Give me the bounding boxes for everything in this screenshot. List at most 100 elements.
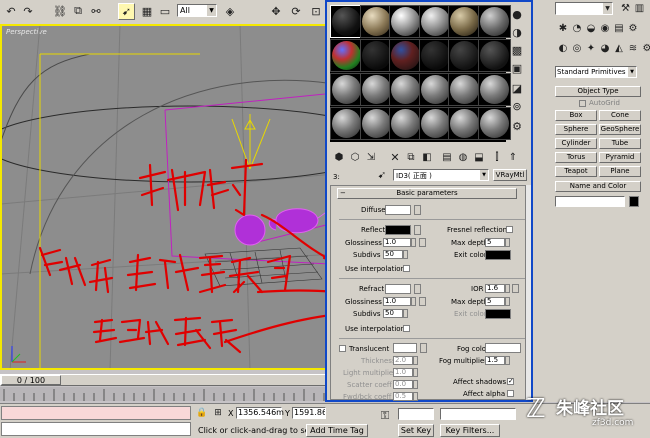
time-slider-thumb[interactable]: 0 / 100 [1, 375, 61, 385]
material-sample-slot[interactable] [477, 73, 511, 106]
primitive-button-plane[interactable]: Plane [599, 166, 641, 177]
material-sample-slot[interactable] [448, 39, 481, 72]
refract-subdivs-field[interactable]: 50 [383, 309, 403, 318]
category-dropdown[interactable]: Standard Primitives ▼ [555, 66, 637, 78]
key-mode-field[interactable] [398, 408, 434, 420]
primitive-button-cylinder[interactable]: Cylinder [555, 138, 597, 149]
fresnel-checkbox[interactable] [506, 226, 513, 233]
ior-map-button[interactable] [512, 284, 519, 293]
material-sample-slot[interactable] [389, 39, 422, 72]
material-sample-slot[interactable] [448, 5, 481, 38]
refract-max-depth-field[interactable]: 5 [485, 297, 505, 306]
material-sample-slot[interactable] [330, 107, 363, 140]
primitive-button-sphere[interactable]: Sphere [555, 124, 597, 135]
primitive-button-tube[interactable]: Tube [599, 138, 641, 149]
utilities-tab-icon[interactable]: ⚙ [627, 22, 639, 34]
material-sample-slot[interactable] [330, 5, 363, 38]
material-sample-slot[interactable] [418, 5, 452, 38]
panel-bar-icon[interactable]: ▥ [633, 2, 646, 15]
show-end-result-icon[interactable]: ⫿ [490, 150, 504, 164]
primitive-button-pyramid[interactable]: Pyramid [599, 152, 641, 163]
fwd-bck-coeff-field[interactable]: 0.5 [393, 392, 413, 401]
unique-icon[interactable]: ◧ [420, 150, 434, 164]
motion-tab-icon[interactable]: ◉ [599, 22, 611, 34]
make-preview-icon[interactable]: ⊚ [510, 99, 524, 113]
diffuse-color-swatch[interactable] [385, 205, 411, 215]
track-bar[interactable] [0, 387, 330, 401]
fog-multiplier-spinner[interactable] [505, 356, 510, 365]
x-coord-field[interactable]: 1356.546m [236, 407, 284, 419]
get-material-icon[interactable]: ⬢ [332, 150, 346, 164]
create-tab-icon[interactable]: ✱ [557, 22, 569, 34]
name-color-rollout-title[interactable]: Name and Color [555, 181, 641, 192]
pick-material-icon[interactable]: ➹ [375, 168, 389, 182]
refract-exit-color-swatch[interactable] [485, 309, 511, 319]
primitive-button-geosphere[interactable]: GeoSphere [599, 124, 641, 135]
light-multiplier-field[interactable]: 1.0 [393, 368, 413, 377]
helpers-icon[interactable]: ◭ [613, 42, 625, 54]
delete-icon[interactable]: ✕ [388, 150, 402, 164]
assign-material-icon[interactable]: ⇲ [364, 150, 378, 164]
key-filter-field[interactable] [440, 408, 516, 420]
video-color-check-icon[interactable]: ◪ [510, 81, 524, 95]
refract-color-swatch[interactable] [385, 284, 411, 294]
copy-material-icon[interactable]: ⧉ [404, 150, 418, 164]
material-sample-slot[interactable] [448, 73, 481, 106]
lock-icon[interactable]: 🔒 [196, 407, 208, 419]
reflect-subdivs-spinner[interactable] [403, 250, 408, 259]
key-icon[interactable]: ⚿ [376, 409, 394, 422]
scatter-coeff-field[interactable]: 0.0 [393, 380, 413, 389]
thickness-field[interactable]: 2.0 [393, 356, 413, 365]
put-to-library-icon[interactable]: ▤ [440, 150, 454, 164]
reflect-color-swatch[interactable] [385, 225, 411, 235]
material-sample-slot[interactable] [448, 107, 481, 140]
reflect-glossiness-field[interactable]: 1.0 [383, 238, 411, 247]
primitive-button-cone[interactable]: Cone [599, 110, 641, 121]
ior-field[interactable]: 1.6 [485, 284, 505, 293]
material-sample-slot[interactable] [477, 107, 511, 140]
material-sample-slot[interactable] [330, 73, 363, 106]
material-sample-slot[interactable] [359, 73, 393, 106]
show-map-icon[interactable]: ⬓ [472, 150, 486, 164]
refract-map-button[interactable] [414, 284, 421, 294]
effects-channel-icon[interactable]: ◍ [456, 150, 470, 164]
put-to-scene-icon[interactable]: ⬡ [348, 150, 362, 164]
scatter-coeff-spinner[interactable] [413, 380, 418, 389]
primitive-button-teapot[interactable]: Teapot [555, 166, 597, 177]
reflect-max-depth-field[interactable]: 5 [485, 238, 505, 247]
options-icon[interactable]: ⚙ [510, 119, 524, 133]
systems-icon[interactable]: ⚙ [641, 42, 650, 54]
parameters-scrollbar[interactable] [526, 185, 531, 400]
display-tab-icon[interactable]: ▤ [613, 22, 625, 34]
ior-spinner[interactable] [505, 284, 510, 293]
backlight-icon[interactable]: ◑ [510, 25, 524, 39]
listener-pink[interactable] [1, 406, 191, 420]
material-sample-slot[interactable] [389, 73, 422, 106]
material-sample-slot[interactable] [330, 39, 363, 72]
key-filters-button[interactable]: Key Filters... [440, 424, 500, 437]
go-parent-icon[interactable]: ⇑ [506, 150, 520, 164]
cameras-icon[interactable]: ◕ [599, 42, 611, 54]
diffuse-map-button[interactable] [414, 205, 421, 215]
object-name-field[interactable] [555, 196, 625, 207]
y-coord-field[interactable]: 1591.869 [292, 407, 326, 419]
add-time-tag-button[interactable]: Add Time Tag [306, 424, 368, 437]
material-sample-slot[interactable] [389, 107, 422, 140]
geometry-icon[interactable]: ◐ [557, 42, 569, 54]
affect-alpha-checkbox[interactable] [507, 390, 514, 397]
basic-parameters-rollout-title[interactable]: − Basic parameters [337, 188, 517, 199]
primitive-button-box[interactable]: Box [555, 110, 597, 121]
refract-subdivs-spinner[interactable] [403, 309, 408, 318]
material-sample-slot[interactable] [359, 5, 393, 38]
material-sample-slot[interactable] [359, 39, 393, 72]
material-type-button[interactable]: VRayMtl [493, 169, 527, 181]
fog-color-swatch[interactable] [485, 343, 521, 353]
reflect-subdivs-field[interactable]: 50 [383, 250, 403, 259]
material-sample-slot[interactable] [389, 5, 422, 38]
modify-tab-icon[interactable]: ◔ [571, 22, 583, 34]
refract-glossiness-field[interactable]: 1.0 [383, 297, 411, 306]
absolute-mode-icon[interactable]: ⊞ [212, 407, 224, 419]
panel-tool-icon[interactable]: ⚒ [619, 2, 632, 15]
material-sample-slot[interactable] [359, 107, 393, 140]
refract-glossiness-map-button[interactable] [419, 297, 426, 306]
